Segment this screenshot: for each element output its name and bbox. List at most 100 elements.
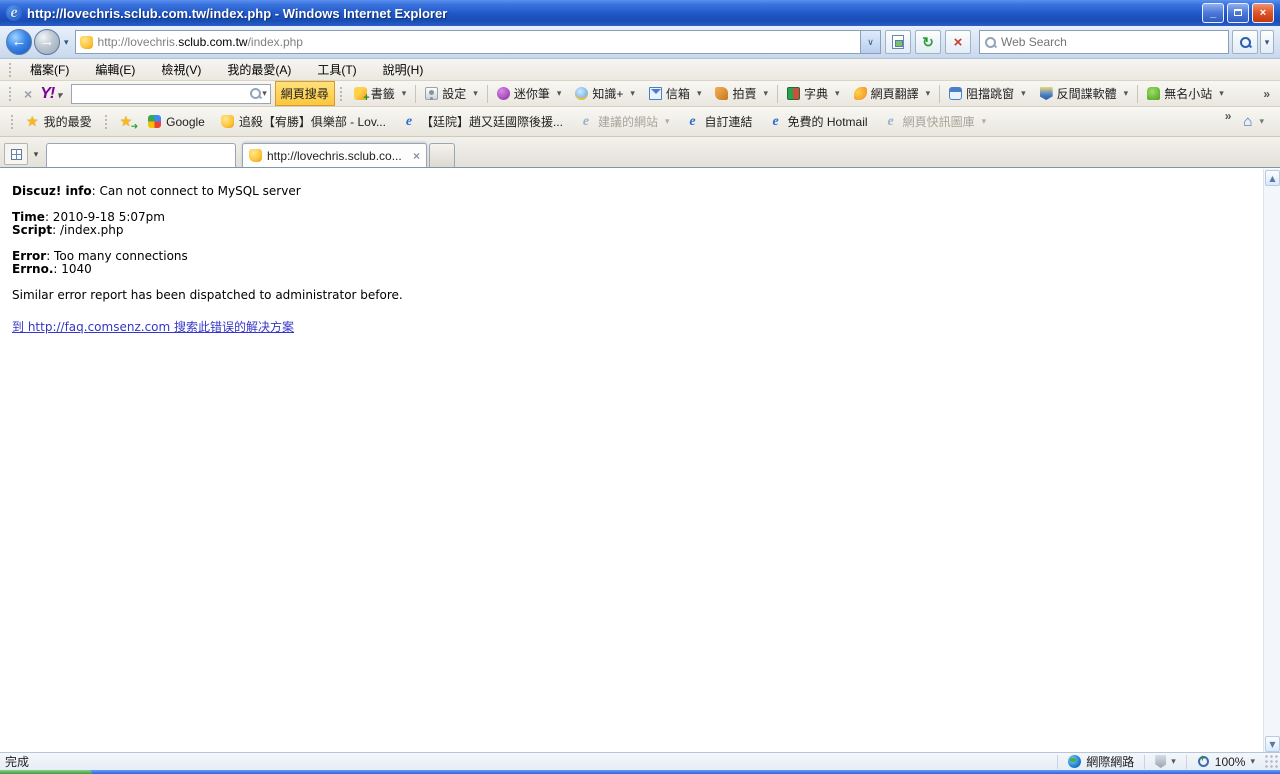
- star-icon: [26, 113, 39, 130]
- blank-tab[interactable]: [46, 143, 236, 167]
- back-button[interactable]: ←: [6, 29, 32, 55]
- resize-grip[interactable]: [1265, 755, 1279, 769]
- restore-icon: [1234, 9, 1242, 16]
- minimize-button[interactable]: _: [1202, 3, 1224, 23]
- links-gripper[interactable]: [104, 114, 108, 130]
- yahoo-toolbar-gripper[interactable]: [8, 86, 12, 102]
- menu-favorites[interactable]: 我的最愛(A): [215, 58, 303, 81]
- yahoo-search-box[interactable]: ▾: [71, 84, 271, 104]
- page-icon: [892, 35, 904, 49]
- favorite-link-fanclub[interactable]: e【廷院】趙又廷國際後援...: [394, 113, 571, 130]
- scroll-down-arrow[interactable]: ▼: [1265, 736, 1280, 752]
- active-tab[interactable]: http://lovechris.sclub.co... ×: [242, 143, 427, 167]
- status-text: 完成: [0, 753, 1051, 770]
- search-icon: [984, 36, 997, 49]
- smartscreen-filter-button[interactable]: ▾: [1151, 755, 1180, 768]
- scroll-up-arrow[interactable]: ▲: [1265, 170, 1280, 186]
- error-line: Error: Too many connections: [12, 250, 1268, 263]
- error-line: Discuz! info: Can not connect to MySQL s…: [12, 185, 1268, 198]
- yahoo-translate-button[interactable]: 網頁翻譯: [847, 85, 938, 102]
- home-button[interactable]: [1235, 113, 1272, 130]
- popup-window-icon: [949, 87, 962, 100]
- lightbulb-icon: [575, 87, 588, 100]
- ie-favicon: e: [769, 115, 783, 129]
- search-go-button[interactable]: [1232, 30, 1258, 54]
- free-hotmail-link[interactable]: e免費的 Hotmail: [761, 113, 876, 130]
- error-note: Similar error report has been dispatched…: [12, 289, 1268, 302]
- fish-icon: [854, 87, 867, 100]
- yahoo-search-input[interactable]: [75, 87, 249, 101]
- yahoo-bookmarks-button[interactable]: 書籤: [347, 85, 414, 102]
- address-dropdown-button[interactable]: ∨: [861, 30, 881, 54]
- search-options-dropdown[interactable]: ▾: [1260, 30, 1274, 54]
- yahoo-logo[interactable]: Y!: [40, 85, 61, 103]
- recent-pages-dropdown[interactable]: ▾: [64, 37, 69, 48]
- search-input[interactable]: [1001, 35, 1224, 49]
- menu-gripper[interactable]: [8, 62, 12, 78]
- suggested-sites-button[interactable]: e建議的網站: [571, 113, 678, 130]
- zoom-control[interactable]: 100% ▾: [1193, 755, 1259, 769]
- add-favorite-icon: [120, 113, 133, 130]
- menu-help[interactable]: 說明(H): [371, 58, 436, 81]
- start-button[interactable]: [0, 770, 92, 774]
- menu-view[interactable]: 檢視(V): [149, 58, 213, 81]
- tab-close-icon[interactable]: ×: [413, 149, 420, 163]
- compatibility-view-button[interactable]: [885, 30, 911, 54]
- forward-button[interactable]: →: [34, 29, 60, 55]
- windows-taskbar[interactable]: [0, 770, 1280, 774]
- yahoo-toolbar: × Y! ▾ 網頁搜尋 書籤 設定 迷你筆 知識+ 信箱 拍賣 字典 網頁翻譯 …: [0, 81, 1280, 107]
- menu-edit[interactable]: 編輯(E): [83, 58, 147, 81]
- quick-tabs-grid-icon: [11, 149, 22, 160]
- toolbar-overflow-chevron[interactable]: »: [1263, 87, 1270, 101]
- address-toolbar: ← → ▾ http://lovechris.sclub.com.tw/inde…: [0, 26, 1280, 59]
- menu-file[interactable]: 檔案(F): [18, 58, 81, 81]
- yahoo-dictionary-button[interactable]: 字典: [780, 85, 847, 102]
- instant-search-box[interactable]: [979, 30, 1229, 54]
- yahoo-popup-blocker-button[interactable]: 阻擋跳窗: [942, 85, 1033, 102]
- ie-favicon: e: [579, 115, 593, 129]
- favorites-gripper[interactable]: [10, 114, 14, 130]
- yahoo-settings-button[interactable]: 設定: [418, 85, 485, 102]
- zoom-icon: [1197, 755, 1210, 768]
- favorite-link-google[interactable]: Google: [140, 115, 213, 129]
- customize-links-button[interactable]: e自訂連結: [678, 113, 761, 130]
- restore-button[interactable]: [1227, 3, 1249, 23]
- favorite-link-club[interactable]: 追殺【宥勝】俱樂部 - Lov...: [213, 113, 394, 130]
- menu-tools[interactable]: 工具(T): [305, 58, 368, 81]
- favorites-bar: 我的最愛 Google 追殺【宥勝】俱樂部 - Lov... e【廷院】趙又廷國…: [0, 107, 1280, 137]
- error-line: Errno.: 1040: [12, 263, 1268, 276]
- vertical-scrollbar[interactable]: ▲ ▼: [1263, 169, 1280, 753]
- yahoo-search-magnifier-icon: [249, 87, 262, 100]
- refresh-icon: ↻: [922, 34, 934, 51]
- toolbar-separator: [1137, 85, 1138, 103]
- refresh-button[interactable]: ↻: [915, 30, 941, 54]
- yahoo-section-gripper[interactable]: [339, 86, 343, 102]
- yahoo-auction-button[interactable]: 拍賣: [708, 85, 775, 102]
- yahoo-minipen-button[interactable]: 迷你筆: [490, 85, 569, 102]
- new-tab-button[interactable]: [429, 143, 455, 167]
- yahoo-knowledge-button[interactable]: 知識+: [568, 85, 642, 102]
- yahoo-toolbar-close-icon[interactable]: ×: [24, 86, 32, 102]
- bookmark-icon: [354, 87, 367, 100]
- chevron-down-icon: ▾: [1171, 756, 1176, 767]
- yahoo-mail-button[interactable]: 信箱: [642, 85, 709, 102]
- discuz-error-report: Discuz! info: Can not connect to MySQL s…: [0, 168, 1280, 351]
- yahoo-search-dropdown[interactable]: ▾: [262, 88, 267, 99]
- page-favicon: [80, 36, 93, 49]
- favorites-overflow-chevron[interactable]: »: [1225, 109, 1232, 123]
- favorites-center-button[interactable]: 我的最愛: [18, 113, 100, 130]
- yahoo-antispyware-button[interactable]: 反間諜軟體: [1033, 85, 1136, 102]
- faq-link[interactable]: 到 http://faq.comsenz.com 搜索此错误的解决方案: [12, 321, 294, 334]
- add-to-favorites-bar-button[interactable]: [112, 113, 141, 130]
- close-button[interactable]: ×: [1252, 3, 1274, 23]
- tab-list-dropdown[interactable]: ▾: [29, 143, 43, 165]
- stop-button[interactable]: ×: [945, 30, 971, 54]
- yahoo-wretch-button[interactable]: 無名小站: [1140, 85, 1231, 102]
- web-slice-gallery-button[interactable]: e網頁快訊圖庫: [876, 113, 995, 130]
- address-bar[interactable]: http://lovechris.sclub.com.tw/index.php: [75, 30, 861, 54]
- globe-icon: [1068, 755, 1081, 768]
- gavel-icon: [715, 87, 728, 100]
- status-separator: [1186, 755, 1187, 769]
- quick-tabs-button[interactable]: [4, 143, 28, 165]
- yahoo-web-search-button[interactable]: 網頁搜尋: [275, 81, 335, 106]
